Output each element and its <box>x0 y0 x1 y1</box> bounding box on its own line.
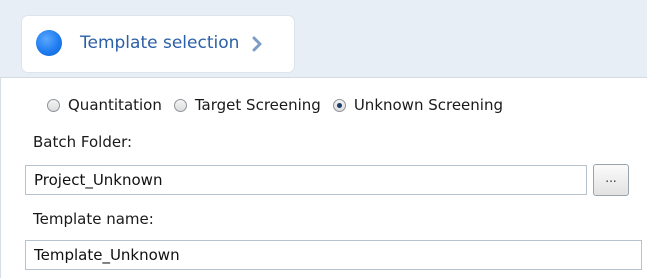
screening-mode-group: Quantitation Target Screening Unknown Sc… <box>47 96 515 114</box>
radio-quantitation[interactable]: Quantitation <box>47 96 162 114</box>
template-name-label: Template name: <box>33 210 154 228</box>
radio-target-screening-label[interactable]: Target Screening <box>195 96 321 114</box>
radio-target-screening-circle[interactable] <box>173 98 187 112</box>
radio-target-screening[interactable]: Target Screening <box>173 96 321 114</box>
step-tab-template-selection[interactable]: Template selection <box>22 16 294 72</box>
batch-folder-input[interactable] <box>25 165 587 195</box>
radio-unknown-screening-circle[interactable] <box>332 98 346 112</box>
radio-unknown-screening[interactable]: Unknown Screening <box>332 96 503 114</box>
radio-quantitation-label[interactable]: Quantitation <box>68 96 162 114</box>
chevron-right-icon <box>252 36 262 52</box>
radio-unknown-screening-label[interactable]: Unknown Screening <box>354 96 503 114</box>
browse-button[interactable]: ... <box>593 164 629 196</box>
wizard-header: Template selection <box>0 0 647 78</box>
step-status-icon <box>36 30 62 56</box>
step-label: Template selection <box>80 33 240 53</box>
radio-quantitation-circle[interactable] <box>47 98 60 112</box>
template-selection-panel: Quantitation Target Screening Unknown Sc… <box>0 78 647 278</box>
template-name-input[interactable] <box>25 240 642 270</box>
batch-folder-label: Batch Folder: <box>33 133 133 151</box>
